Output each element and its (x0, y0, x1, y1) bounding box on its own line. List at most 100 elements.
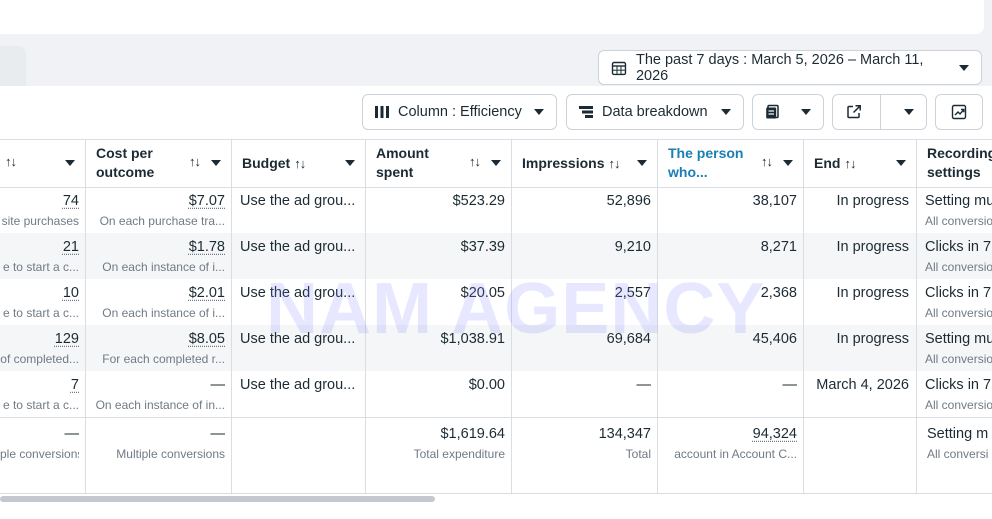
cell-results_sub: e to start a c... (2, 398, 79, 412)
col-header-amount-spent[interactable]: Amount spent ↑↓ (376, 139, 511, 187)
cell-budget: Use the ad grou... (240, 377, 356, 393)
chevron-down-icon (721, 109, 731, 115)
sort-icon[interactable]: ↑↓ (761, 154, 773, 169)
sort-icon[interactable]: ↑↓ (844, 156, 856, 171)
chevron-down-icon[interactable] (345, 160, 355, 166)
cell-reach: 38,107 (752, 193, 797, 209)
cell-results: 129 (54, 331, 79, 347)
trend-chart-icon (951, 104, 967, 120)
cell-spent: $37.39 (460, 239, 505, 255)
cell-cost: $7.07 (188, 193, 225, 209)
cell-impressions: 2,557 (614, 285, 651, 301)
sort-icon[interactable]: ↑↓ (469, 154, 481, 169)
cell-impressions: — (636, 377, 652, 393)
cell-results: 10 (62, 285, 79, 301)
cell-results_sub: site purchases (1, 214, 79, 228)
chevron-down-icon[interactable] (904, 109, 914, 115)
columns-icon (375, 106, 389, 118)
cell-end: In progress (836, 285, 909, 301)
date-range-button[interactable]: The past 7 days : March 5, 2026 – March … (598, 50, 982, 85)
reports-button[interactable] (752, 94, 824, 130)
col-header-reach[interactable]: The person who... ↑↓ (668, 139, 803, 187)
cell-reach: 2,368 (760, 285, 797, 301)
calendar-icon (611, 61, 627, 75)
cell-cost_sub: On each instance of i... (102, 306, 225, 320)
data-breakdown-button[interactable]: Data breakdown (566, 94, 744, 130)
sort-icon[interactable]: ↑↓ (5, 154, 17, 169)
chevron-down-icon[interactable] (491, 160, 501, 166)
cell-end: In progress (836, 331, 909, 347)
cell-rec_sub: All conversio (925, 398, 992, 412)
column-label: Column : Efficiency (398, 104, 522, 120)
cell-rec_sub: All conversio (925, 306, 992, 320)
chevron-down-icon[interactable] (65, 160, 75, 166)
scrollbar-thumb[interactable] (0, 496, 435, 502)
cell-budget: Use the ad grou... (240, 239, 356, 255)
cell-rec_sub: All conversio (925, 260, 992, 274)
cell-spent: $523.29 (452, 193, 505, 209)
date-range-label: The past 7 days : March 5, 2026 – March … (635, 51, 924, 84)
export-icon (847, 105, 861, 119)
cell-impressions: 69,684 (606, 331, 651, 347)
chevron-down-icon[interactable] (896, 160, 906, 166)
cell-results_sub: e to start a c... (2, 260, 79, 274)
cell-impressions: 52,896 (606, 193, 651, 209)
cell-cost: $8.05 (188, 331, 225, 347)
col-header-impressions[interactable]: Impressions ↑↓ (522, 139, 657, 187)
cell-results: 74 (62, 193, 79, 209)
split-separator (880, 95, 881, 129)
chart-button[interactable] (935, 94, 983, 130)
cell-results_sub: of completed... (0, 352, 79, 366)
sort-icon[interactable]: ↑↓ (189, 154, 201, 169)
breakdown-label: Data breakdown (602, 104, 708, 120)
cell-results: 21 (62, 239, 79, 255)
cell-rec: Setting mu (925, 331, 992, 347)
cell-cost_sub: For each completed r... (102, 352, 225, 366)
column-button[interactable]: Column : Efficiency (362, 94, 557, 130)
chevron-down-icon[interactable] (211, 160, 221, 166)
chevron-down-icon (801, 109, 811, 115)
cell-end: In progress (836, 239, 909, 255)
breakdown-icon (579, 106, 593, 118)
cell-spent: $20.05 (460, 285, 505, 301)
cell-rec: Clicks in 7 (925, 285, 992, 301)
chevron-down-icon (959, 64, 969, 71)
cell-cost_sub: On each purchase tra... (99, 214, 225, 228)
chevron-down-icon[interactable] (783, 160, 793, 166)
cell-reach: 45,406 (752, 331, 797, 347)
col-header-budget[interactable]: Budget ↑↓ (242, 139, 365, 187)
chevron-down-icon[interactable] (637, 160, 647, 166)
cell-budget: Use the ad grou... (240, 331, 356, 347)
cell-rec_sub: All conversio (925, 214, 992, 228)
col-header-cost-per-outcome[interactable]: Cost per outcome ↑↓ (96, 139, 231, 187)
chevron-down-icon (534, 109, 544, 115)
sort-icon[interactable]: ↑↓ (608, 156, 620, 171)
cell-cost_sub: On each instance of i... (102, 260, 225, 274)
cell-spent: $0.00 (468, 377, 505, 393)
cell-end: In progress (836, 193, 909, 209)
cell-reach: — (782, 377, 798, 393)
cell-cost_sub: On each instance of in... (95, 398, 225, 412)
col-header-results[interactable]: ↑↓ (0, 139, 85, 187)
cell-rec_sub: All conversio (925, 352, 992, 366)
cell-results_sub: e to start a c... (2, 306, 79, 320)
cell-budget: Use the ad grou... (240, 285, 356, 301)
top-card (0, 0, 984, 34)
cell-budget: Use the ad grou... (240, 193, 356, 209)
cell-rec: Clicks in 7 (925, 377, 992, 393)
cell-reach: 8,271 (760, 239, 797, 255)
cell-cost: $1.78 (188, 239, 225, 255)
cell-cost: $2.01 (188, 285, 225, 301)
col-header-end[interactable]: End ↑↓ (814, 139, 916, 187)
cell-spent: $1,038.91 (440, 331, 505, 347)
export-split-button[interactable] (832, 94, 927, 130)
cell-end: March 4, 2026 (816, 377, 909, 393)
col-header-recording-settings[interactable]: Recording settings (927, 139, 992, 187)
left-tab[interactable] (0, 46, 26, 86)
report-icon (766, 104, 779, 119)
cell-rec: Setting mu (925, 193, 992, 209)
sort-icon[interactable]: ↑↓ (294, 156, 306, 171)
cell-results: 7 (70, 377, 79, 393)
cell-impressions: 9,210 (614, 239, 651, 255)
cell-cost: — (210, 377, 226, 393)
